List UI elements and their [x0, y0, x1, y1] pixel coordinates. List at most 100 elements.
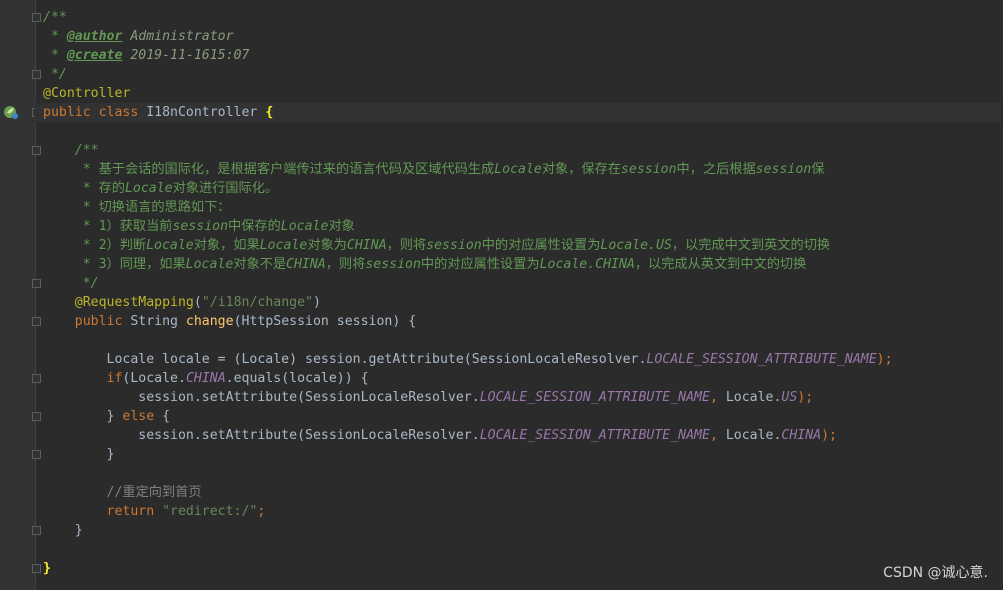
code-line[interactable]	[43, 122, 1001, 141]
code-token: ，以完成从英文到中文的切换	[634, 257, 807, 272]
code-line[interactable]: * @create 2019-11-1615:07	[43, 46, 1001, 65]
code-token: ,	[709, 390, 726, 405]
code-token: public class	[43, 105, 147, 120]
fold-marker-icon[interactable]	[32, 412, 41, 421]
code-token: ;	[257, 504, 266, 519]
code-token: (Locale.	[122, 371, 186, 386]
code-line[interactable]: }	[43, 521, 1001, 540]
code-token: (HttpSession session) {	[233, 314, 417, 329]
code-token: */	[43, 276, 99, 291]
code-token: Locale	[494, 162, 542, 177]
code-line[interactable]: session.setAttribute(SessionLocaleResolv…	[43, 388, 1001, 407]
code-line[interactable]: * 2）判断Locale对象，如果Locale对象为CHINA，则将sessio…	[43, 236, 1001, 255]
code-token: *	[43, 29, 67, 44]
fold-marker-icon[interactable]	[32, 146, 41, 155]
code-token: }	[43, 561, 51, 576]
code-token: */	[43, 67, 67, 82]
code-line[interactable]: }	[43, 559, 1001, 578]
code-token: * 3）同理，如果	[43, 257, 186, 272]
code-token: else	[122, 409, 163, 424]
watermark: CSDN @诚心意.	[883, 565, 988, 581]
code-token: session	[172, 219, 229, 234]
code-line[interactable]	[43, 540, 1001, 559]
code-line[interactable]: */	[43, 274, 1001, 293]
code-line[interactable]: }	[43, 445, 1001, 464]
code-token: CHINA	[185, 371, 226, 386]
code-line[interactable]: * 切换语言的思路如下：	[43, 198, 1001, 217]
code-token: return	[43, 504, 163, 519]
code-line[interactable]: /**	[43, 141, 1001, 160]
code-token: Locale.CHINA	[539, 257, 635, 272]
code-token: LOCALE_SESSION_ATTRIBUTE_NAME	[479, 428, 710, 443]
code-token: Locale	[280, 219, 329, 234]
fold-marker-icon[interactable]	[32, 526, 41, 535]
code-token: 中，之后根据	[676, 162, 756, 177]
code-line[interactable]: * 基于会话的国际化，是根据客户端传过来的语言代码及区域代码生成Locale对象…	[43, 160, 1001, 179]
code-line[interactable]: public String change(HttpSession session…	[43, 312, 1001, 331]
code-line[interactable]: Locale locale = (Locale) session.getAttr…	[43, 350, 1001, 369]
code-token: session.setAttribute(SessionLocaleResolv…	[43, 428, 480, 443]
code-token: "redirect:/"	[162, 504, 258, 519]
code-line[interactable]: * 3）同理，如果Locale对象不是CHINA，则将session中的对应属性…	[43, 255, 1001, 274]
code-token: Locale	[124, 181, 173, 196]
code-token: Locale locale = (Locale) session.getAttr…	[43, 352, 647, 367]
code-token: );	[821, 428, 837, 443]
code-token: CHINA	[781, 428, 822, 443]
code-token: CHINA	[346, 238, 387, 253]
code-token: ,	[709, 428, 726, 443]
code-line[interactable]	[43, 464, 1001, 483]
code-line[interactable]: if(Locale.CHINA.equals(locale)) {	[43, 369, 1001, 388]
spring-bean-icon[interactable]	[3, 104, 19, 120]
code-line[interactable]: /**	[43, 8, 1001, 27]
code-token: Administrator	[122, 29, 234, 44]
code-token: ，则将	[386, 238, 427, 253]
code-line[interactable]: public class I18nController {	[35, 103, 1001, 122]
code-token: "/i18n/change"	[201, 295, 313, 310]
code-token: 对象为	[307, 238, 347, 253]
code-line[interactable]: */	[43, 65, 1001, 84]
code-token: }	[43, 409, 123, 424]
fold-marker-icon[interactable]	[32, 279, 41, 288]
code-line[interactable]: } else {	[43, 407, 1001, 426]
code-token: I18nController	[146, 105, 266, 120]
code-token: session	[426, 238, 482, 253]
code-token: Locale.	[725, 428, 782, 443]
code-token: session	[755, 162, 812, 177]
code-token: );	[797, 390, 814, 405]
fold-marker-icon[interactable]	[32, 450, 41, 459]
code-line[interactable]: * 存的Locale对象进行国际化。	[43, 179, 1001, 198]
fold-marker-icon[interactable]	[32, 13, 41, 22]
code-line[interactable]: session.setAttribute(SessionLocaleResolv…	[43, 426, 1001, 445]
code-line[interactable]: @RequestMapping("/i18n/change")	[43, 293, 1001, 312]
code-token: LOCALE_SESSION_ATTRIBUTE_NAME	[646, 352, 877, 367]
code-token: {	[265, 105, 274, 120]
code-token: if	[43, 371, 123, 386]
fold-marker-icon[interactable]	[32, 564, 41, 573]
code-token: Locale	[146, 238, 194, 253]
fold-marker-icon[interactable]	[32, 70, 41, 79]
code-token: *	[43, 48, 67, 63]
code-token: LOCALE_SESSION_ATTRIBUTE_NAME	[479, 390, 710, 405]
code-line[interactable]: //重定向到首页	[43, 483, 1001, 502]
code-token: /**	[43, 143, 99, 158]
code-token: {	[162, 409, 171, 424]
code-editor[interactable]: /** * @author Administrator * @create 20…	[0, 0, 1003, 590]
code-area[interactable]: /** * @author Administrator * @create 20…	[35, 8, 1001, 578]
code-token: ，则将	[325, 257, 366, 272]
code-token: Locale.	[725, 390, 782, 405]
editor-gutter	[0, 0, 41, 590]
code-token: Locale	[185, 257, 234, 272]
code-line[interactable]: * 1）获取当前session中保存的Locale对象	[43, 217, 1001, 236]
code-token: 中的对应属性设置为	[420, 257, 540, 272]
fold-marker-icon[interactable]	[32, 317, 41, 326]
code-token: Locale	[259, 238, 308, 253]
code-line[interactable]	[43, 331, 1001, 350]
code-token: @create	[66, 48, 123, 63]
code-token: @RequestMapping	[43, 295, 194, 310]
code-token: 中保存的	[228, 219, 281, 234]
code-line[interactable]: return "redirect:/";	[43, 502, 1001, 521]
code-line[interactable]: @Controller	[43, 84, 1001, 103]
fold-marker-icon[interactable]	[32, 374, 41, 383]
code-line[interactable]: * @author Administrator	[43, 27, 1001, 46]
code-token: 保	[811, 162, 825, 177]
